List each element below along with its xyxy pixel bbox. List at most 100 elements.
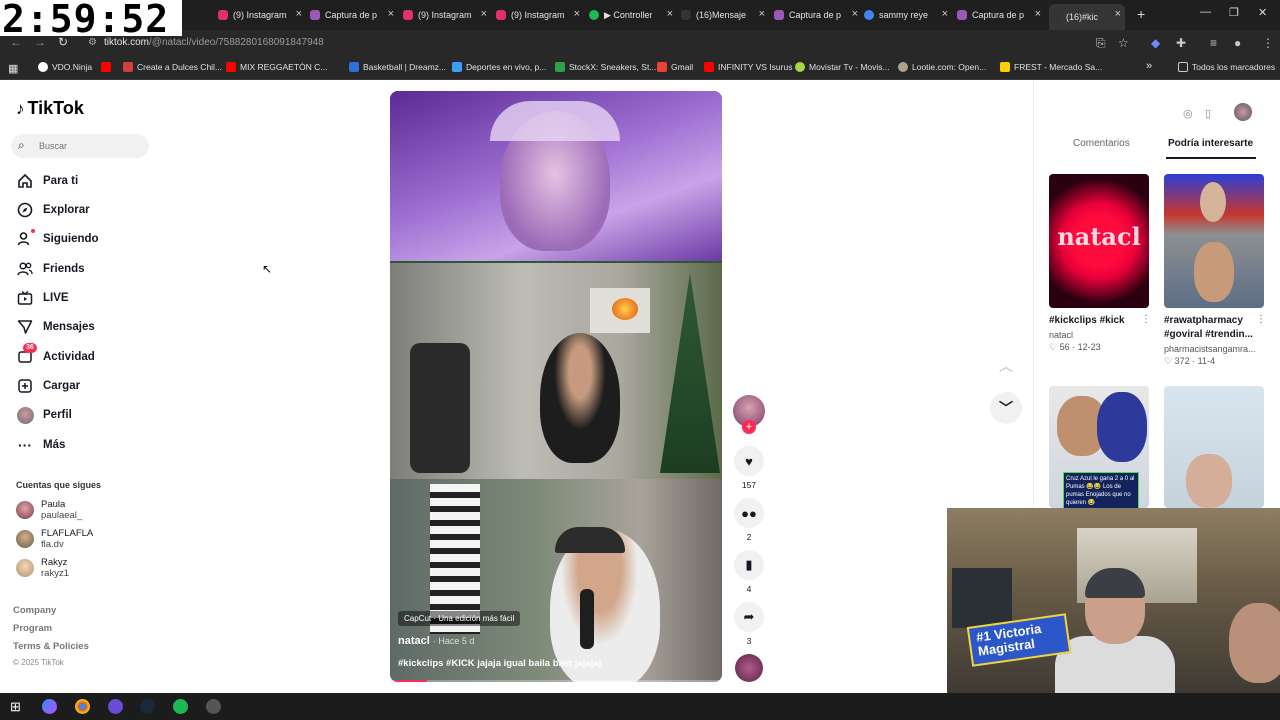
nav-explorar[interactable]: Explorar (16, 199, 90, 221)
close-tab-icon[interactable]: × (942, 8, 948, 20)
browser-tab[interactable]: sammy reye × (864, 4, 948, 26)
close-tab-icon[interactable]: × (481, 8, 487, 20)
tab-comentarios[interactable]: Comentarios (1073, 138, 1130, 149)
browser-tab-active[interactable]: (16)#kic × (1049, 4, 1125, 30)
browser-tab[interactable]: (9) Instagram × (403, 4, 487, 26)
nav-friends[interactable]: Friends (16, 258, 85, 280)
comment-icon[interactable]: ●● (734, 498, 764, 528)
profile-icon[interactable]: ● (1234, 36, 1241, 50)
compass-icon[interactable]: ◎ (1183, 107, 1193, 120)
browser-tab[interactable]: (16)Mensaje × (681, 4, 765, 26)
save-action[interactable]: ▮ 4 (734, 550, 764, 594)
bookmark[interactable]: Create a Dulces Chil... (123, 62, 222, 72)
footer-link-company[interactable]: Company (13, 605, 56, 616)
obs-icon[interactable] (206, 699, 221, 714)
bookmark-icon[interactable]: ▮ (734, 550, 764, 580)
restore-icon[interactable]: ❐ (1229, 6, 1239, 19)
chrome-icon[interactable] (75, 699, 90, 714)
steam-icon[interactable] (140, 699, 155, 714)
device-icon[interactable]: ▯ (1205, 107, 1211, 120)
all-bookmarks[interactable]: Todos los marcadores (1178, 62, 1275, 72)
close-tab-icon[interactable]: × (759, 8, 765, 20)
star-icon[interactable]: ☆ (1118, 36, 1129, 50)
footer-link-program[interactable]: Program (13, 623, 52, 634)
install-icon[interactable]: ⎘ (1096, 36, 1106, 51)
back-icon[interactable]: ← (10, 35, 22, 49)
followed-account[interactable]: Rakyz rakyz1 (16, 555, 69, 581)
like-action[interactable]: ♥ 157 (734, 446, 764, 490)
nav-perfil[interactable]: Perfil (16, 404, 72, 426)
video-thumbnail[interactable] (1164, 174, 1264, 308)
video-thumbnail[interactable] (1164, 386, 1264, 508)
extensions-icon[interactable]: ✚ (1176, 36, 1186, 50)
close-tab-icon[interactable]: × (574, 8, 580, 20)
media-icon[interactable]: ≡ (1210, 36, 1217, 50)
heart-icon[interactable]: ♥ (734, 446, 764, 476)
previous-video-button[interactable]: ︿ (990, 350, 1022, 382)
browser-tab[interactable]: (9) Instagram × (496, 4, 580, 26)
video-thumbnail[interactable]: Cruz Azul le gana 2 a 0 al Pumas 😂😂 Los … (1049, 386, 1149, 508)
bookmark[interactable]: StockX: Sneakers, St... (555, 62, 656, 72)
followed-account[interactable]: FLAFLAFLA fla.dv (16, 526, 93, 552)
bookmark[interactable]: VDO.Ninja (38, 62, 92, 72)
copilot-icon[interactable] (42, 699, 57, 714)
suggested-video-card[interactable]: #rawatpharmacy #goviral #trendin... phar… (1164, 174, 1264, 367)
footer-link-terms[interactable]: Terms & Policies (13, 641, 89, 652)
discord-icon[interactable] (108, 699, 123, 714)
video-player[interactable]: CapCut · Una edición más fácil natacl · … (390, 91, 722, 682)
menu-icon[interactable]: ⋮ (1262, 36, 1274, 50)
browser-tab[interactable]: Captura de p × (774, 4, 858, 26)
nav-cargar[interactable]: Cargar (16, 375, 80, 397)
extension-icon[interactable]: ◆ (1151, 36, 1160, 50)
bookmark[interactable] (101, 62, 115, 72)
music-disc-icon[interactable] (735, 654, 763, 682)
search-bar[interactable]: ⌕ (11, 134, 149, 158)
bookmark[interactable]: Basketball | Dreamz... (349, 62, 446, 72)
nav-mensajes[interactable]: Mensajes (16, 316, 95, 338)
close-tab-icon[interactable]: × (388, 8, 394, 20)
close-window-icon[interactable]: ✕ (1258, 6, 1267, 19)
card-more-icon[interactable]: ⋮ (1256, 314, 1266, 325)
search-input[interactable] (37, 136, 142, 156)
url-field[interactable]: ⚙ tiktok.com/@natacl/video/7588280168091… (84, 33, 1140, 53)
avatar[interactable] (1234, 103, 1252, 121)
close-tab-icon[interactable]: × (667, 8, 673, 20)
share-action[interactable]: ➦ 3 (734, 602, 764, 646)
comment-action[interactable]: ●● 2 (734, 498, 764, 542)
nav-para-ti[interactable]: Para ti (16, 170, 78, 192)
nav-live[interactable]: LIVE (16, 287, 69, 309)
video-progress-track[interactable] (390, 680, 722, 682)
browser-tab[interactable]: Captura de p × (957, 4, 1041, 26)
minimize-icon[interactable]: — (1200, 6, 1211, 18)
forward-icon[interactable]: → (34, 35, 46, 49)
bookmark[interactable]: MIX REGGAETÓN C... (226, 62, 327, 72)
video-thumbnail[interactable]: natacl (1049, 174, 1149, 308)
more-bookmarks-icon[interactable]: » (1146, 60, 1152, 72)
suggested-video-card[interactable]: Cruz Azul le gana 2 a 0 al Pumas 😂😂 Los … (1049, 386, 1149, 508)
followed-account[interactable]: Paula paulaeal_ (16, 497, 82, 523)
close-tab-icon[interactable]: × (852, 8, 858, 20)
bookmark[interactable]: Gmail (657, 62, 693, 72)
tab-podria-interesarte[interactable]: Podría interesarte (1168, 138, 1253, 149)
browser-tab[interactable]: Captura de p × (310, 4, 394, 26)
follow-button[interactable]: + (742, 420, 756, 434)
reload-icon[interactable]: ↻ (58, 35, 68, 49)
next-video-button[interactable]: ﹀ (990, 392, 1022, 424)
nav-siguiendo[interactable]: Siguiendo (16, 228, 99, 250)
bookmark[interactable]: FREST - Mercado Sa... (1000, 62, 1102, 72)
close-tab-icon[interactable]: × (296, 8, 302, 20)
tiktok-logo[interactable]: ♪ TikTok (16, 98, 84, 119)
nav-mas[interactable]: ··· Más (16, 434, 65, 456)
share-icon[interactable]: ➦ (734, 602, 764, 632)
video-author[interactable]: natacl · Hace 5 d (398, 635, 474, 647)
close-tab-icon[interactable]: × (1115, 8, 1121, 20)
new-tab-button[interactable]: + (1137, 6, 1145, 22)
card-more-icon[interactable]: ⋮ (1141, 314, 1151, 325)
bookmark[interactable]: Deportes en vivo, p... (452, 62, 546, 72)
suggested-video-card[interactable]: natacl #kickclips #kick natacl ♡ 56 · 12… (1049, 174, 1149, 353)
close-tab-icon[interactable]: × (1035, 8, 1041, 20)
nav-actividad[interactable]: 36 Actividad (16, 343, 95, 368)
apps-icon[interactable]: ▦ (8, 62, 18, 75)
capcut-label[interactable]: CapCut · Una edición más fácil (398, 611, 521, 626)
windows-start-icon[interactable]: ⊞ (10, 699, 21, 715)
